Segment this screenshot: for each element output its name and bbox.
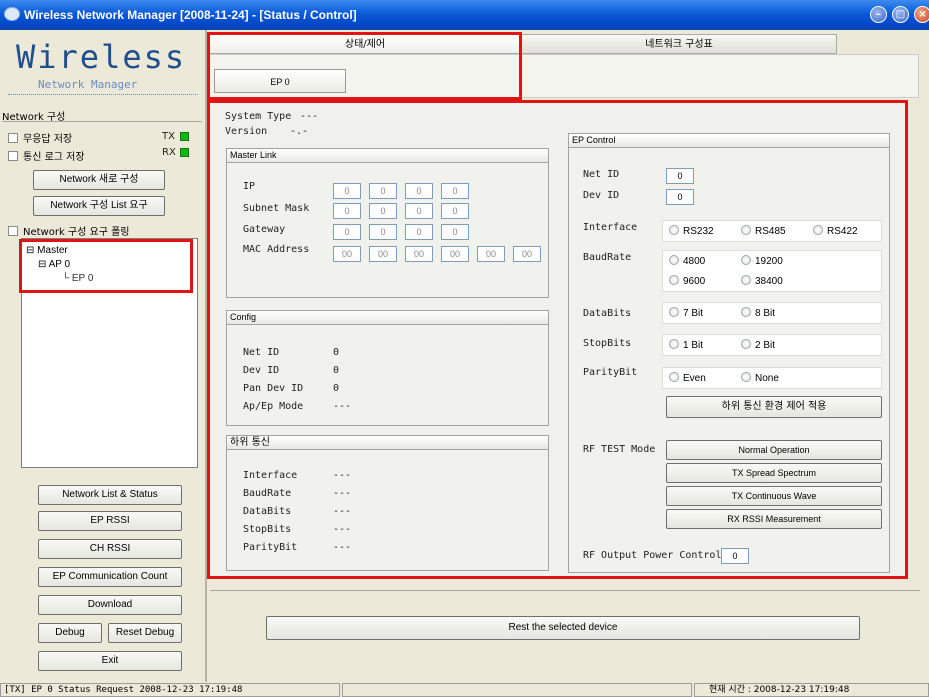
network-list-status-button[interactable]: Network List & Status <box>38 485 182 505</box>
polling-label: Network 구성 요구 폴링 <box>23 227 130 238</box>
download-button[interactable]: Download <box>38 595 182 615</box>
highlight-tree <box>19 239 193 293</box>
ep-rssi-label: EP RSSI <box>90 515 130 526</box>
tx-label: TX <box>162 131 175 142</box>
close-icon: × <box>918 9 927 20</box>
checkbox-icon <box>8 226 18 236</box>
reset-debug-label: Reset Debug <box>115 627 175 638</box>
app-icon <box>4 7 20 21</box>
title-bar: Wireless Network Manager [2008-11-24] - … <box>0 0 929 30</box>
checkbox-icon <box>8 133 18 143</box>
divider <box>2 121 202 122</box>
status-message: [TX] EP 0 Status Request 2008-12-23 17:1… <box>0 683 340 697</box>
download-label: Download <box>87 599 133 610</box>
rx-led <box>180 148 189 157</box>
logo-subtitle: Network Manager <box>38 78 138 91</box>
polling-checkbox[interactable]: Network 구성 요구 폴링 <box>8 223 130 238</box>
reset-debug-button[interactable]: Reset Debug <box>108 623 182 643</box>
highlight-main <box>207 100 908 579</box>
logo-divider <box>8 94 198 95</box>
new-network-button[interactable]: Network 새로 구성 <box>33 170 165 190</box>
network-list-request-label: Network 구성 List 요구 <box>50 200 148 211</box>
tx-led <box>180 132 189 141</box>
debug-button[interactable]: Debug <box>38 623 102 643</box>
ch-rssi-label: CH RSSI <box>89 543 131 554</box>
window-title: Wireless Network Manager [2008-11-24] - … <box>24 8 357 22</box>
maximize-button[interactable]: □ <box>892 6 909 23</box>
network-list-status-label: Network List & Status <box>62 489 158 500</box>
ep-communication-count-label: EP Communication Count <box>52 571 168 582</box>
save-log-checkbox[interactable]: 통신 로그 저장 <box>8 148 85 163</box>
exit-label: Exit <box>101 655 119 666</box>
ch-rssi-button[interactable]: CH RSSI <box>38 539 182 559</box>
status-spacer <box>342 683 692 697</box>
save-no-reply-label: 무응답 저장 <box>23 134 73 145</box>
ep-communication-count-button[interactable]: EP Communication Count <box>38 567 182 587</box>
save-log-label: 통신 로그 저장 <box>23 152 85 163</box>
logo-title: Wireless <box>16 38 187 76</box>
reset-device-label: Rest the selected device <box>508 622 618 633</box>
debug-label: Debug <box>55 627 85 638</box>
network-list-request-button[interactable]: Network 구성 List 요구 <box>33 196 165 216</box>
app-window: Wireless Network Manager [2008-11-24] - … <box>0 0 929 697</box>
minimize-button[interactable]: – <box>870 6 887 23</box>
divider <box>210 590 920 591</box>
logo: Wireless Network Manager <box>6 34 202 96</box>
highlight-tabs <box>207 32 522 100</box>
minimize-icon: – <box>876 9 881 20</box>
maximize-icon: □ <box>895 9 906 20</box>
reset-device-button[interactable]: Rest the selected device <box>266 616 860 640</box>
rx-label: RX <box>162 147 176 158</box>
close-button[interactable]: × <box>914 6 929 23</box>
checkbox-icon <box>8 151 18 161</box>
exit-button[interactable]: Exit <box>38 651 182 671</box>
save-no-reply-checkbox[interactable]: 무응답 저장 <box>8 130 72 145</box>
tab-network-table[interactable]: 네트워크 구성표 <box>521 34 837 54</box>
status-clock: 현재 시간 : 2008-12-23 17:19:48 <box>694 683 929 697</box>
ep-rssi-button[interactable]: EP RSSI <box>38 511 182 531</box>
new-network-label: Network 새로 구성 <box>59 174 139 185</box>
